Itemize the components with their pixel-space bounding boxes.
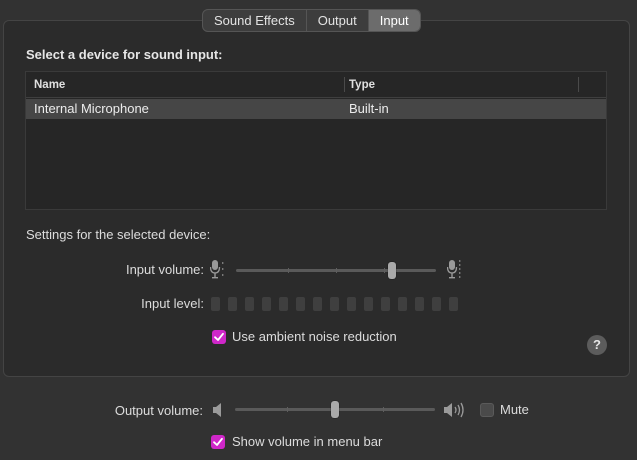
level-segment bbox=[347, 297, 356, 311]
noise-reduction-checkbox[interactable] bbox=[212, 330, 226, 344]
level-segment bbox=[296, 297, 305, 311]
microphone-low-icon bbox=[210, 259, 224, 281]
column-header-name[interactable]: Name bbox=[34, 79, 65, 91]
device-name-cell: Internal Microphone bbox=[34, 101, 149, 116]
settings-heading: Settings for the selected device: bbox=[26, 227, 211, 242]
noise-reduction-label[interactable]: Use ambient noise reduction bbox=[232, 329, 397, 344]
slider-tick bbox=[288, 268, 289, 273]
level-segment bbox=[415, 297, 424, 311]
input-volume-knob[interactable] bbox=[388, 262, 396, 279]
input-panel: Select a device for sound input: Name Ty… bbox=[3, 20, 630, 377]
device-select-heading: Select a device for sound input: bbox=[26, 47, 223, 62]
checkmark-icon bbox=[214, 332, 224, 341]
mute-label[interactable]: Mute bbox=[500, 402, 529, 417]
level-segment bbox=[330, 297, 339, 311]
level-segment bbox=[432, 297, 441, 311]
speaker-low-icon bbox=[212, 402, 224, 418]
output-volume-label: Output volume: bbox=[114, 403, 203, 418]
microphone-high-icon bbox=[447, 259, 463, 281]
help-button[interactable]: ? bbox=[587, 335, 607, 355]
level-segment bbox=[211, 297, 220, 311]
level-segment bbox=[364, 297, 373, 311]
output-volume-knob[interactable] bbox=[331, 401, 339, 418]
level-segment bbox=[228, 297, 237, 311]
input-volume-slider[interactable] bbox=[236, 261, 436, 281]
column-header-type[interactable]: Type bbox=[349, 79, 375, 91]
table-header: Name Type bbox=[26, 72, 606, 98]
column-divider bbox=[578, 77, 579, 92]
level-segment bbox=[449, 297, 458, 311]
device-type-cell: Built-in bbox=[349, 101, 389, 116]
device-table: Name Type Internal Microphone Built-in bbox=[25, 71, 607, 210]
tab-bar: Sound Effects Output Input bbox=[202, 9, 421, 32]
level-segment bbox=[398, 297, 407, 311]
slider-tick bbox=[384, 268, 385, 273]
input-volume-label: Input volume: bbox=[125, 262, 204, 277]
level-segment bbox=[313, 297, 322, 311]
slider-tick bbox=[383, 407, 384, 412]
output-volume-slider[interactable] bbox=[235, 400, 435, 420]
input-level-meter bbox=[211, 297, 458, 311]
show-volume-menubar-label[interactable]: Show volume in menu bar bbox=[232, 434, 382, 449]
level-segment bbox=[262, 297, 271, 311]
tab-sound-effects[interactable]: Sound Effects bbox=[203, 10, 306, 31]
tab-input[interactable]: Input bbox=[367, 10, 420, 31]
checkmark-icon bbox=[213, 437, 223, 446]
speaker-high-icon bbox=[443, 401, 467, 419]
level-segment bbox=[381, 297, 390, 311]
slider-tick bbox=[287, 407, 288, 412]
column-divider bbox=[344, 77, 345, 92]
level-segment bbox=[245, 297, 254, 311]
slider-tick bbox=[336, 268, 337, 273]
tab-output[interactable]: Output bbox=[305, 10, 368, 31]
table-row[interactable]: Internal Microphone Built-in bbox=[26, 99, 606, 119]
mute-checkbox[interactable] bbox=[480, 403, 494, 417]
input-level-label: Input level: bbox=[141, 296, 204, 311]
level-segment bbox=[279, 297, 288, 311]
show-volume-menubar-checkbox[interactable] bbox=[211, 435, 225, 449]
